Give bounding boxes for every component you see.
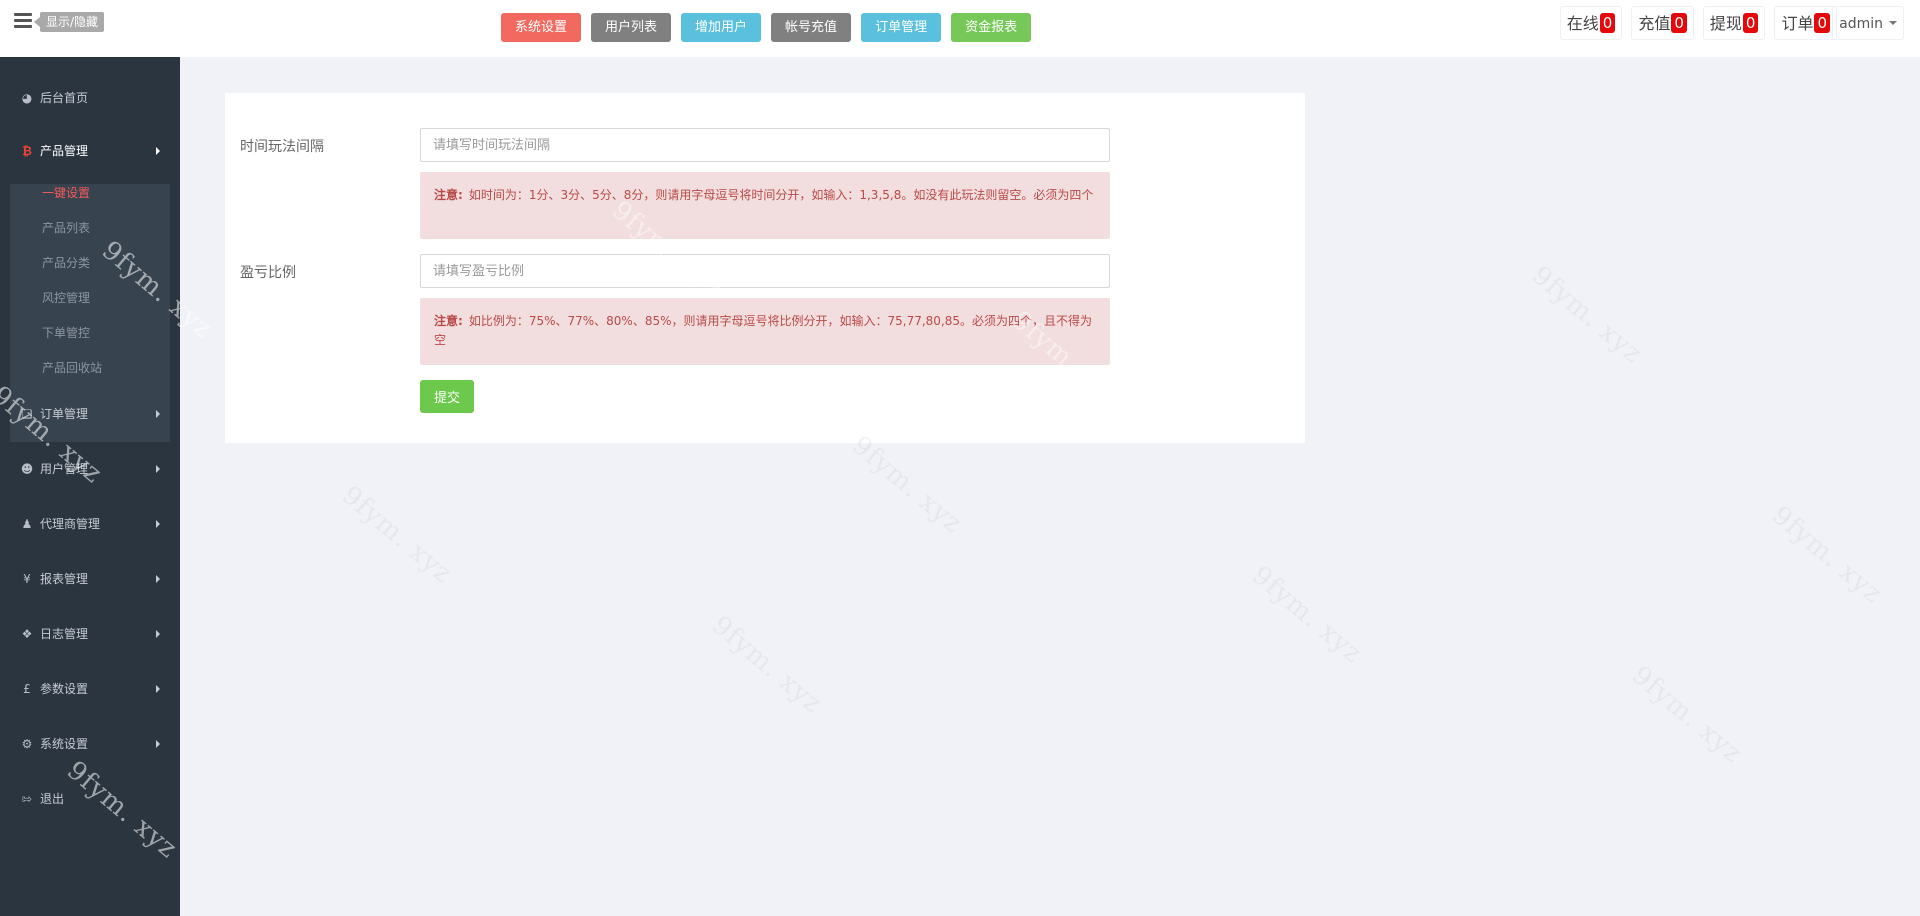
sidebar-item-orders[interactable]: ❏ 订单管理 — [10, 402, 170, 426]
gears-icon: ⚙ — [21, 737, 33, 751]
tag-icon: ❖ — [21, 627, 33, 641]
sidebar-subitem-product-list[interactable]: 产品列表 — [42, 219, 90, 236]
time-interval-label: 时间玩法间隔 — [240, 139, 324, 155]
settings-form-panel: 时间玩法间隔 注意: 如时间为：1分、3分、5分、8分，则请用字母逗号将时间分开，… — [225, 93, 1305, 443]
stat-label: 在线 — [1566, 14, 1599, 33]
sidebar-subitem-product-recycle-bin[interactable]: 产品回收站 — [42, 359, 102, 376]
sidebar: ◕ 后台首页 ₿ 产品管理 一键设置 产品列表 产品分类 风控管理 下单管控 产品回… — [0, 57, 180, 916]
stat-withdraw[interactable]: 提现 0 — [1702, 6, 1766, 40]
chevron-right-icon — [156, 147, 160, 155]
stat-label: 充值 — [1638, 14, 1671, 33]
sidebar-item-users[interactable]: ☻ 用户管理 — [10, 457, 170, 481]
stat-label: 提现 — [1709, 14, 1742, 33]
sidebar-item-label: 用户管理 — [40, 462, 89, 476]
chevron-right-icon — [156, 740, 160, 748]
stat-online[interactable]: 在线 0 — [1559, 6, 1623, 40]
quick-nav: 系统设置 用户列表 增加用户 帐号充值 订单管理 资金报表 — [501, 13, 1041, 42]
sign-out-icon: ⇰ — [21, 792, 33, 806]
watermark: 9fym. xyz — [336, 480, 459, 590]
quick-nav-system-settings-button[interactable]: 系统设置 — [501, 13, 582, 42]
stats-bar: 在线 0 充值 0 提现 0 订单 0 — [1551, 6, 1837, 40]
quick-nav-add-user-button[interactable]: 增加用户 — [681, 13, 762, 42]
sidebar-item-label: 系统设置 — [40, 737, 89, 751]
watermark: 9fym. xyz — [706, 610, 829, 720]
user-icon: ☻ — [20, 462, 34, 476]
sidebar-item-products[interactable]: ₿ 产品管理 — [10, 139, 170, 163]
stat-badge: 0 — [1742, 13, 1759, 33]
sidebar-item-agents[interactable]: ♟ 代理商管理 — [10, 512, 170, 536]
sidebar-item-label: 产品管理 — [40, 144, 89, 158]
profit-ratio-notice: 注意: 如比例为：75%、77%、80%、85%，则请用字母逗号将比例分开，如输入… — [420, 298, 1110, 365]
yen-icon: ¥ — [23, 572, 31, 586]
sidebar-subitem-risk-control[interactable]: 风控管理 — [42, 289, 90, 306]
chevron-down-icon — [1889, 21, 1897, 25]
notice-text: 如时间为：1分、3分、5分、8分，则请用字母逗号将时间分开，如输入：1,3,5,… — [468, 188, 1094, 202]
stat-orders[interactable]: 订单 0 — [1774, 6, 1837, 40]
toggle-tooltip: 显示/隐藏 — [33, 12, 105, 32]
chevron-right-icon — [156, 685, 160, 693]
notice-title: 注意: — [434, 314, 463, 328]
stat-label: 订单 — [1781, 14, 1814, 33]
quick-nav-account-recharge-button[interactable]: 帐号充值 — [771, 13, 852, 42]
watermark: 9fym. xyz — [846, 430, 969, 540]
admin-username: admin — [1839, 16, 1883, 32]
chevron-right-icon — [156, 410, 160, 418]
sidebar-item-reports[interactable]: ¥ 报表管理 — [10, 567, 170, 591]
sidebar-subitem-order-control[interactable]: 下单管控 — [42, 324, 90, 341]
copy-icon: ❏ — [21, 407, 33, 421]
pound-icon: £ — [23, 682, 31, 696]
chevron-right-icon — [156, 520, 160, 528]
quick-nav-funds-report-button[interactable]: 资金报表 — [951, 13, 1032, 42]
sidebar-item-home[interactable]: ◕ 后台首页 — [10, 86, 170, 110]
notice-title: 注意: — [434, 188, 463, 202]
top-header: 显示/隐藏 系统设置 用户列表 增加用户 帐号充值 订单管理 资金报表 在线 0 … — [0, 0, 1920, 57]
stat-recharge[interactable]: 充值 0 — [1631, 6, 1694, 40]
profit-ratio-input[interactable] — [420, 254, 1110, 288]
sidebar-item-label: 代理商管理 — [40, 517, 101, 531]
notice-text: 如比例为：75%、77%、80%、85%，则请用字母逗号将比例分开，如输入：75… — [434, 314, 1093, 347]
sidebar-item-label: 后台首页 — [40, 91, 89, 105]
chevron-right-icon — [156, 630, 160, 638]
quick-nav-user-list-button[interactable]: 用户列表 — [591, 13, 672, 42]
profit-ratio-label: 盈亏比例 — [240, 265, 296, 281]
menu-toggle-icon[interactable] — [14, 13, 32, 29]
submit-button[interactable]: 提交 — [420, 380, 474, 413]
sidebar-item-logs[interactable]: ❖ 日志管理 — [10, 622, 170, 646]
sidebar-item-label: 日志管理 — [40, 627, 89, 641]
time-interval-notice: 注意: 如时间为：1分、3分、5分、8分，则请用字母逗号将时间分开，如输入：1,3… — [420, 172, 1110, 239]
stat-badge: 0 — [1599, 13, 1616, 33]
watermark: 9fym. xyz — [1626, 660, 1749, 770]
sidebar-item-params[interactable]: £ 参数设置 — [10, 677, 170, 701]
sidebar-item-system[interactable]: ⚙ 系统设置 — [10, 732, 170, 756]
sidebar-item-label: 参数设置 — [40, 682, 89, 696]
sidebar-subitem-product-category[interactable]: 产品分类 — [42, 254, 90, 271]
chevron-right-icon — [156, 575, 160, 583]
watermark: 9fym. xyz — [1526, 260, 1649, 370]
agent-icon: ♟ — [21, 517, 33, 531]
admin-user-menu[interactable]: admin — [1832, 6, 1904, 40]
sidebar-item-label: 退出 — [40, 792, 65, 806]
stat-badge: 0 — [1814, 13, 1830, 33]
watermark: 9fym. xyz — [1246, 560, 1369, 670]
quick-nav-order-management-button[interactable]: 订单管理 — [861, 13, 942, 42]
sidebar-item-label: 订单管理 — [40, 407, 89, 421]
watermark: 9fym. xyz — [1766, 500, 1889, 610]
sidebar-item-label: 报表管理 — [40, 572, 89, 586]
sidebar-item-logout[interactable]: ⇰ 退出 — [10, 787, 170, 811]
chevron-right-icon — [156, 465, 160, 473]
stat-badge: 0 — [1671, 13, 1687, 33]
bitcoin-icon: ₿ — [22, 144, 32, 158]
dashboard-icon: ◕ — [21, 91, 33, 105]
sidebar-subitem-quick-setup[interactable]: 一键设置 — [42, 184, 90, 201]
time-interval-input[interactable] — [420, 128, 1110, 162]
